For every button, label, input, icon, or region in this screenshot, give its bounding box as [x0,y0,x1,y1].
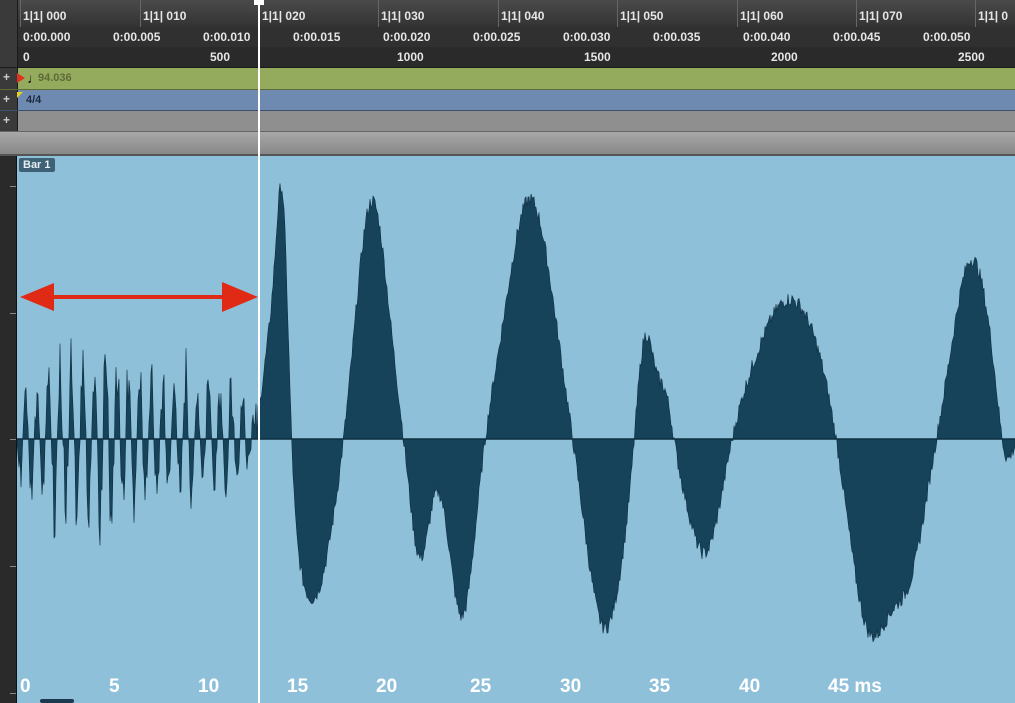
lane-gutter: + [0,111,18,131]
tempo-marker-icon[interactable] [17,73,25,83]
expand-meter-icon[interactable]: + [3,93,10,105]
time-label: 0:00.000 [23,30,71,44]
time-ruler[interactable]: 0:00.000 0:00.005 0:00.010 0:00.015 0:00… [0,27,1015,48]
time-label: 0:00.050 [923,30,971,44]
sample-label: 1500 [584,50,611,64]
audio-track[interactable]: Bar 1 0 5 10 15 20 25 30 35 40 45 ms [0,156,1015,703]
tempo-lane[interactable]: + ♩ 94.036 [0,68,1015,90]
time-label: 0:00.010 [203,30,251,44]
arrow-head-right [222,282,258,312]
playhead-cursor[interactable] [258,0,260,703]
tempo-value[interactable]: 94.036 [38,72,72,84]
ruler-gutter [0,27,18,47]
expand-marker-icon[interactable]: + [3,114,10,126]
time-label: 0:00.045 [833,30,881,44]
bars-beats-ruler[interactable]: 1|1| 000 1|1| 010 1|1| 020 1|1| 030 1|1|… [0,0,1015,28]
expand-tempo-icon[interactable]: + [3,71,10,83]
samples-ruler[interactable]: 0 500 1000 1500 2000 2500 [0,47,1015,68]
lane-gutter: + [0,68,18,89]
bar-label: 1|1| 060 [740,9,784,23]
sample-label: 0 [23,50,30,64]
bar-label: 1|1| 020 [262,9,306,23]
bar-label: 1|1| 0 [978,9,1009,23]
lane-divider[interactable] [0,132,1015,156]
time-label: 0:00.040 [743,30,791,44]
lane-gutter: + [0,90,18,110]
time-label: 0:00.005 [113,30,161,44]
time-label: 0:00.020 [383,30,431,44]
sample-label: 2000 [771,50,798,64]
ruler-gutter [0,0,18,27]
bar-label: 1|1| 000 [23,9,67,23]
sample-label: 500 [210,50,231,64]
bar-label: 1|1| 010 [143,9,187,23]
sample-label: 1000 [397,50,424,64]
bar-label: 1|1| 050 [620,9,664,23]
scrollbar-thumb[interactable] [40,699,74,703]
bar-label: 1|1| 070 [859,9,903,23]
meter-lane[interactable]: + 4/4 [0,90,1015,111]
sample-label: 2500 [958,50,985,64]
playhead-handle[interactable] [254,0,264,5]
arrow-head-left [20,283,54,311]
time-label: 0:00.035 [653,30,701,44]
ruler-gutter [0,47,18,67]
bar-label: 1|1| 030 [381,9,425,23]
meter-value[interactable]: 4/4 [26,94,41,106]
meter-marker-icon[interactable] [17,92,23,98]
time-label: 0:00.030 [563,30,611,44]
time-label: 0:00.025 [473,30,521,44]
range-arrow [20,282,258,312]
bar-label: 1|1| 040 [501,9,545,23]
time-label: 0:00.015 [293,30,341,44]
marker-lane[interactable]: + [0,111,1015,132]
daw-window: 1|1| 000 1|1| 010 1|1| 020 1|1| 030 1|1|… [0,0,1015,703]
